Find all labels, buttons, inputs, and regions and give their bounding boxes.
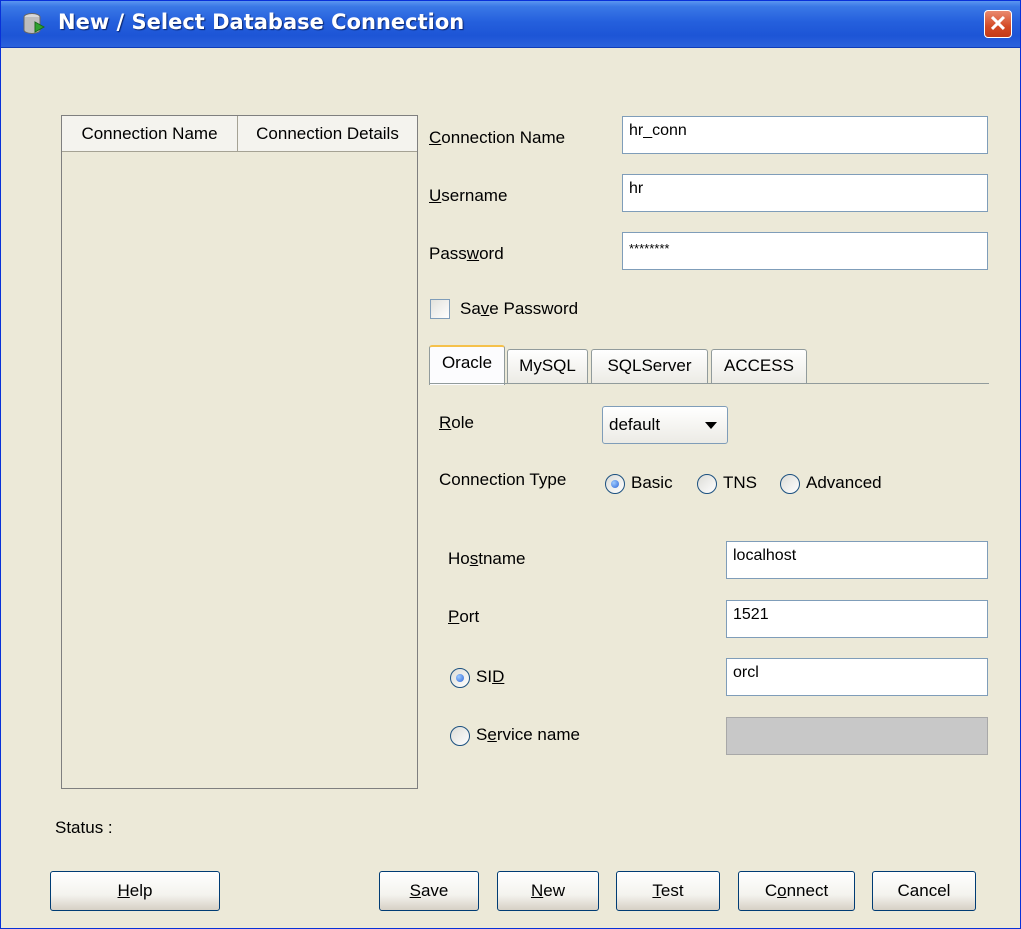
password-label: Password [429, 244, 504, 263]
tab-oracle[interactable]: Oracle [429, 345, 505, 385]
username-label: Username [429, 186, 508, 205]
close-icon[interactable]: ✕ [984, 10, 1012, 38]
dialog-window: New / Select Database Connection ✕ Conne… [0, 0, 1021, 929]
hostname-input[interactable]: localhost [726, 541, 988, 579]
database-connection-icon [23, 13, 45, 34]
connect-button[interactable]: Connect [738, 871, 855, 911]
save-button[interactable]: Save [379, 871, 479, 911]
connection-name-label-text: onnection Name [441, 128, 566, 147]
role-label: Role [439, 413, 474, 432]
port-label: Port [448, 607, 480, 626]
chevron-down-icon [705, 422, 717, 429]
window-title: New / Select Database Connection [58, 10, 465, 34]
tab-mysql[interactable]: MySQL [507, 349, 588, 383]
role-select-value: default [609, 415, 661, 434]
radio-basic-label[interactable]: Basic [631, 473, 673, 493]
service-name-label[interactable]: Service name [476, 725, 580, 745]
username-input[interactable]: hr [622, 174, 988, 212]
radio-advanced[interactable] [780, 474, 800, 494]
test-button[interactable]: Test [616, 871, 720, 911]
connection-type-label: Connection Type [439, 470, 567, 489]
hostname-label: Hostname [448, 549, 526, 568]
radio-tns[interactable] [697, 474, 717, 494]
title-bar[interactable]: New / Select Database Connection ✕ [1, 1, 1020, 48]
radio-advanced-label[interactable]: Advanced [806, 473, 882, 493]
tab-sqlserver[interactable]: SQLServer [591, 349, 708, 383]
radio-sid[interactable] [450, 668, 470, 688]
sid-input[interactable]: orcl [726, 658, 988, 696]
status-label: Status : [55, 818, 113, 837]
save-password-checkbox[interactable] [430, 299, 450, 319]
password-input[interactable]: ******** [622, 232, 988, 270]
connection-name-label: Connection Name [429, 128, 566, 147]
save-password-label[interactable]: Save Password [460, 299, 578, 319]
connection-name-input[interactable]: hr_conn [622, 116, 988, 154]
connections-table[interactable]: Connection Name Connection Details [61, 115, 418, 789]
column-header-connection-details[interactable]: Connection Details [238, 116, 417, 152]
cancel-button[interactable]: Cancel [872, 871, 976, 911]
role-select[interactable]: default [602, 406, 728, 444]
tab-access[interactable]: ACCESS [711, 349, 807, 383]
sid-label[interactable]: SID [476, 667, 504, 687]
column-header-connection-name[interactable]: Connection Name [62, 116, 238, 152]
radio-service-name[interactable] [450, 726, 470, 746]
tab-divider [429, 383, 989, 384]
radio-basic[interactable] [605, 474, 625, 494]
service-name-input[interactable] [726, 717, 988, 755]
help-button[interactable]: Help [50, 871, 220, 911]
new-button[interactable]: New [497, 871, 599, 911]
port-input[interactable]: 1521 [726, 600, 988, 638]
radio-tns-label[interactable]: TNS [723, 473, 757, 493]
